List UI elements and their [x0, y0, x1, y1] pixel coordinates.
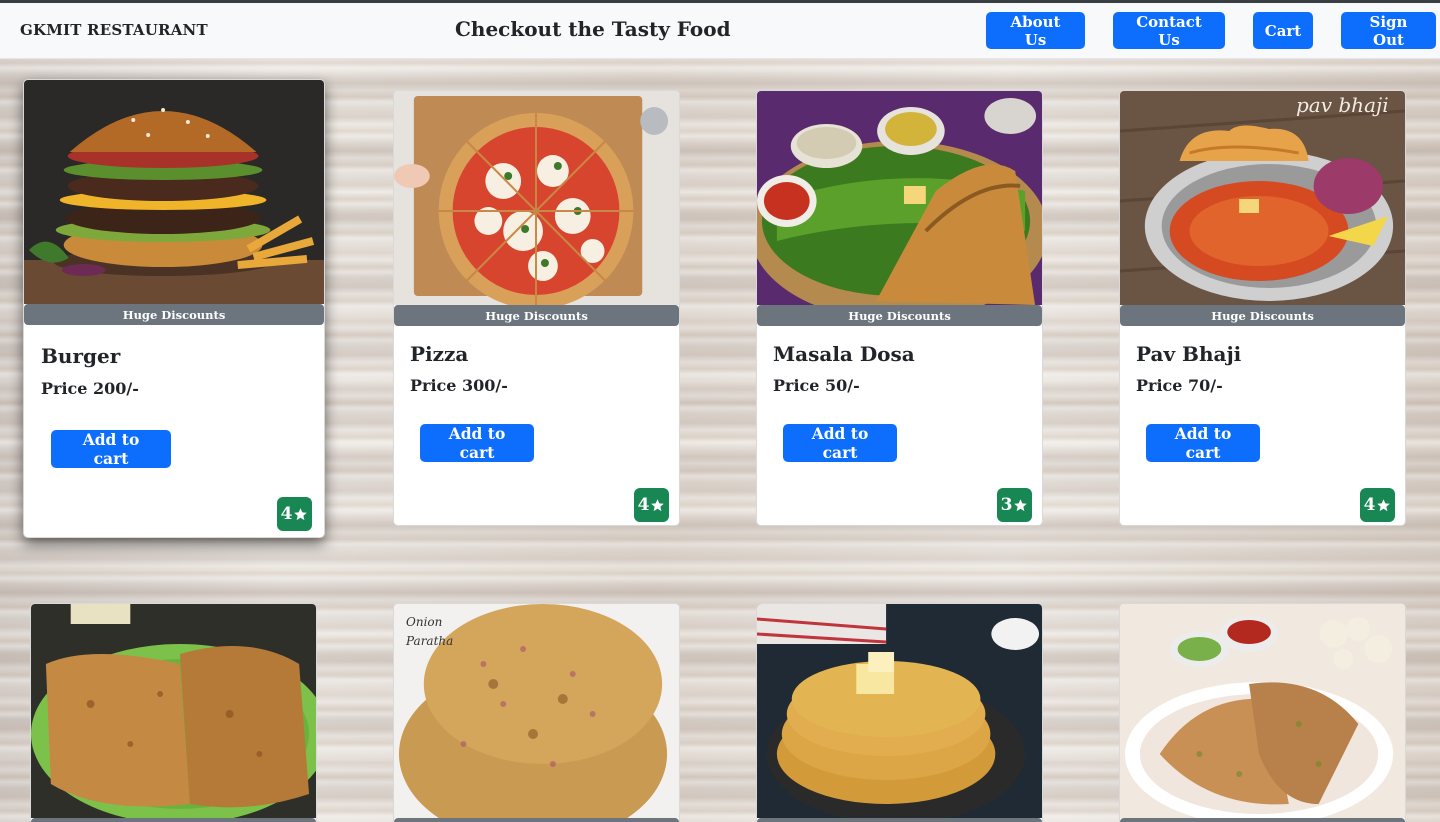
food-name: Pav Bhaji: [1136, 342, 1242, 366]
food-card-paratha[interactable]: [30, 603, 317, 822]
discount-badge: Huge Discounts: [1120, 305, 1405, 326]
star-icon: [1377, 498, 1391, 511]
rating-value: 4: [1363, 495, 1376, 515]
food-name: Pizza: [410, 342, 469, 366]
add-to-cart-button[interactable]: Add to cart: [1146, 424, 1260, 462]
food-card-burger[interactable]: Huge Discounts Burger Price 200/- Add to…: [23, 79, 325, 538]
navbar: GKMIT RESTAURANT Checkout the Tasty Food…: [0, 3, 1440, 59]
rating-badge: 4: [634, 488, 669, 522]
rating-value: 3: [1000, 495, 1013, 515]
contact-us-button[interactable]: Contact Us: [1113, 12, 1225, 49]
food-card-gobi-paratha[interactable]: [1119, 603, 1406, 822]
food-name: Masala Dosa: [773, 342, 915, 366]
rating-value: 4: [280, 504, 293, 524]
rating-badge: 4: [277, 497, 312, 531]
sign-out-button[interactable]: Sign Out: [1341, 12, 1436, 49]
image-caption: Onion Paratha: [406, 615, 454, 648]
cart-button[interactable]: Cart: [1253, 12, 1313, 49]
food-card-pizza[interactable]: Huge Discounts Pizza Price 300/- Add to …: [393, 90, 680, 526]
food-card-pav-bhaji[interactable]: pav bhaji Huge Discounts Pav Bhaji Price…: [1119, 90, 1406, 526]
burger-image: [24, 80, 324, 304]
food-card-butter-paratha[interactable]: [756, 603, 1043, 822]
food-price: Price 200/-: [41, 379, 139, 398]
discount-badge: [31, 818, 316, 822]
discount-badge: Huge Discounts: [757, 305, 1042, 326]
rating-badge: 4: [1360, 488, 1395, 522]
discount-badge: [757, 818, 1042, 822]
discount-badge: [1120, 818, 1405, 822]
add-to-cart-button[interactable]: Add to cart: [783, 424, 897, 462]
image-caption: pav bhaji: [1296, 93, 1389, 117]
onion-paratha-image: Onion Paratha: [394, 604, 679, 818]
about-us-button[interactable]: About Us: [986, 12, 1085, 49]
pizza-image: [394, 91, 679, 305]
add-to-cart-button[interactable]: Add to cart: [51, 430, 171, 468]
rating-value: 4: [637, 495, 650, 515]
rating-badge: 3: [997, 488, 1032, 522]
add-to-cart-button[interactable]: Add to cart: [420, 424, 534, 462]
star-icon: [294, 507, 308, 520]
star-icon: [651, 498, 665, 511]
food-price: Price 300/-: [410, 376, 508, 395]
star-icon: [1014, 498, 1028, 511]
pav-bhaji-image: pav bhaji: [1120, 91, 1405, 305]
gobi-paratha-image: [1120, 604, 1405, 818]
butter-paratha-image: [757, 604, 1042, 818]
food-name: Burger: [41, 344, 121, 368]
food-price: Price 70/-: [1136, 376, 1223, 395]
discount-badge: Huge Discounts: [24, 304, 324, 325]
food-price: Price 50/-: [773, 376, 860, 395]
brand-logo[interactable]: GKMIT RESTAURANT: [20, 21, 208, 39]
discount-badge: [394, 818, 679, 822]
paratha-image: [31, 604, 316, 818]
discount-badge: Huge Discounts: [394, 305, 679, 326]
masala-dosa-image: [757, 91, 1042, 305]
page-title: Checkout the Tasty Food: [455, 17, 731, 41]
food-card-masala-dosa[interactable]: Huge Discounts Masala Dosa Price 50/- Ad…: [756, 90, 1043, 526]
food-card-onion-paratha[interactable]: Onion Paratha: [393, 603, 680, 822]
